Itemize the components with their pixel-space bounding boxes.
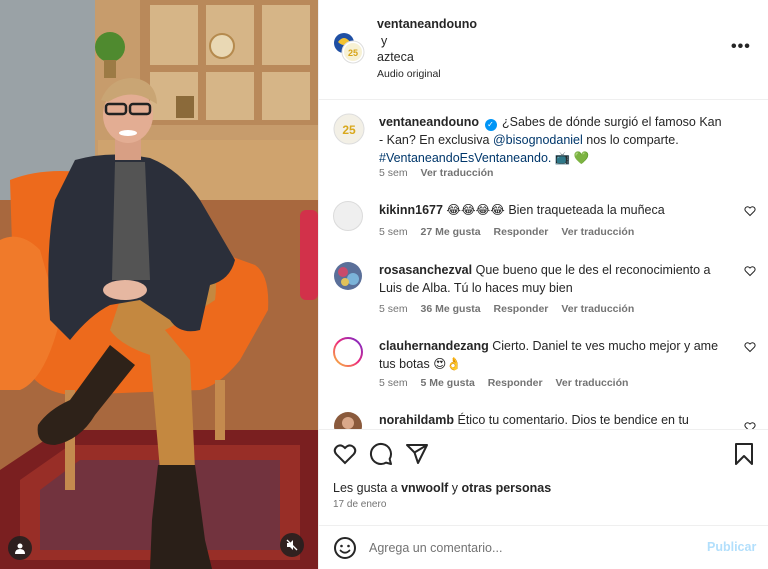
emoji-icon[interactable] <box>333 536 357 560</box>
reply-button[interactable]: Responder <box>494 226 549 238</box>
likes-prefix: Les gusta a <box>333 481 402 495</box>
caption-mention[interactable]: @bisognodaniel <box>493 133 583 147</box>
comment-input[interactable] <box>369 538 699 558</box>
reply-button[interactable]: Responder <box>488 377 543 389</box>
comment-username[interactable]: rosasanchezval <box>379 263 472 277</box>
comment-likes[interactable]: 36 Me gusta <box>421 303 481 315</box>
more-horizontal-icon: ••• <box>731 38 751 55</box>
likes-others-link[interactable]: otras personas <box>462 481 552 495</box>
like-comment-heart-icon[interactable] <box>744 341 756 353</box>
collab-connector: y <box>381 34 388 48</box>
comment-username[interactable]: norahildamb <box>379 413 454 427</box>
mute-button[interactable] <box>280 533 304 557</box>
comment-text: rosasanchezval Que bueno que le des el r… <box>379 261 729 297</box>
comments-list[interactable]: 25 ventaneandouno ✓ ¿Sabes de dónde surg… <box>319 101 768 429</box>
comment-username[interactable]: clauhernandezang <box>379 339 489 353</box>
svg-text:25: 25 <box>348 48 358 58</box>
publish-button[interactable]: Publicar <box>707 540 756 554</box>
collab-avatars[interactable]: 25 <box>333 32 365 64</box>
add-comment-bar: Publicar <box>319 525 768 569</box>
comment-time[interactable]: 5 sem <box>379 303 408 315</box>
caption-hashtag[interactable]: #VentaneandoEsVentaneando. <box>379 151 551 165</box>
caption-translate[interactable]: Ver traducción <box>421 167 494 179</box>
comment-meta: 5 sem 27 Me gusta Responder Ver traducci… <box>379 226 644 238</box>
heart-icon[interactable] <box>333 442 357 466</box>
user-icon <box>15 543 25 554</box>
comment-text: norahildamb Ético tu comentario. Dios te… <box>379 411 729 429</box>
caption-emojis: 📺 💚 <box>554 151 590 165</box>
caption-time[interactable]: 5 sem <box>379 167 408 179</box>
comment-likes[interactable]: 27 Me gusta <box>421 226 481 238</box>
like-comment-heart-icon[interactable] <box>744 265 756 277</box>
share-icon[interactable] <box>405 442 429 466</box>
tagged-users-button[interactable] <box>8 536 32 560</box>
post-date[interactable]: 17 de enero <box>333 499 386 510</box>
post-photo <box>0 0 318 569</box>
more-options-button[interactable]: ••• <box>731 38 751 56</box>
avatar[interactable] <box>333 411 363 429</box>
audio-link[interactable]: Audio original <box>377 68 441 80</box>
likes-summary: Les gusta a vnwoolf y otras personas <box>333 481 551 495</box>
caption-text: ventaneandouno ✓ ¿Sabes de dónde surgió … <box>379 113 729 167</box>
caption-meta: 5 sem Ver traducción <box>379 167 503 179</box>
comment-meta: 5 sem 5 Me gusta Responder Ver traducció… <box>379 377 638 389</box>
likes-user-link[interactable]: vnwoolf <box>401 481 448 495</box>
verified-badge-icon: ✓ <box>484 119 497 131</box>
like-comment-heart-icon[interactable] <box>744 205 756 217</box>
comment-likes[interactable]: 5 Me gusta <box>421 377 475 389</box>
comment-time[interactable]: 5 sem <box>379 377 408 389</box>
translate-link[interactable]: Ver traducción <box>561 226 634 238</box>
svg-text:25: 25 <box>342 123 356 137</box>
bookmark-icon[interactable] <box>733 442 755 466</box>
author-username[interactable]: ventaneandouno <box>377 17 477 31</box>
reply-button[interactable]: Responder <box>494 303 549 315</box>
instagram-post-modal: 25 ventaneandouno y azteca Audio origina… <box>0 0 768 569</box>
comment-icon[interactable] <box>369 442 393 466</box>
comment-username[interactable]: kikinn1677 <box>379 203 443 217</box>
post-side-panel: 25 ventaneandouno y azteca Audio origina… <box>318 0 768 569</box>
speaker-muted-icon <box>286 539 298 551</box>
comment-text: clauhernandezang Cierto. Daniel te ves m… <box>379 337 729 373</box>
avatar[interactable]: 25 <box>333 113 365 145</box>
avatar <box>335 339 361 365</box>
comment-body: Ético tu comentario. Dios te bendice en … <box>457 413 689 427</box>
avatar[interactable] <box>333 261 363 291</box>
translate-link[interactable]: Ver traducción <box>561 303 634 315</box>
translate-link[interactable]: Ver traducción <box>555 377 628 389</box>
comment-body: 😂😂😂😂 Bien traqueteada la muñeca <box>446 203 665 217</box>
post-actions: Les gusta a vnwoolf y otras personas 17 … <box>319 429 768 521</box>
post-header: 25 ventaneandouno y azteca Audio origina… <box>319 0 768 100</box>
avatar[interactable] <box>333 201 363 231</box>
avatar-story-ring[interactable] <box>333 337 363 367</box>
collaborator-username[interactable]: azteca <box>377 50 414 64</box>
comment-time[interactable]: 5 sem <box>379 226 408 238</box>
like-comment-heart-icon[interactable] <box>744 421 756 429</box>
comment-text: kikinn1677 😂😂😂😂 Bien traqueteada la muñe… <box>379 201 729 219</box>
caption-body-2: nos lo comparte. <box>582 133 679 147</box>
likes-middle: y <box>448 481 462 495</box>
post-media[interactable] <box>0 0 318 569</box>
caption-username[interactable]: ventaneandouno <box>379 115 479 129</box>
comment-meta: 5 sem 36 Me gusta Responder Ver traducci… <box>379 303 644 315</box>
